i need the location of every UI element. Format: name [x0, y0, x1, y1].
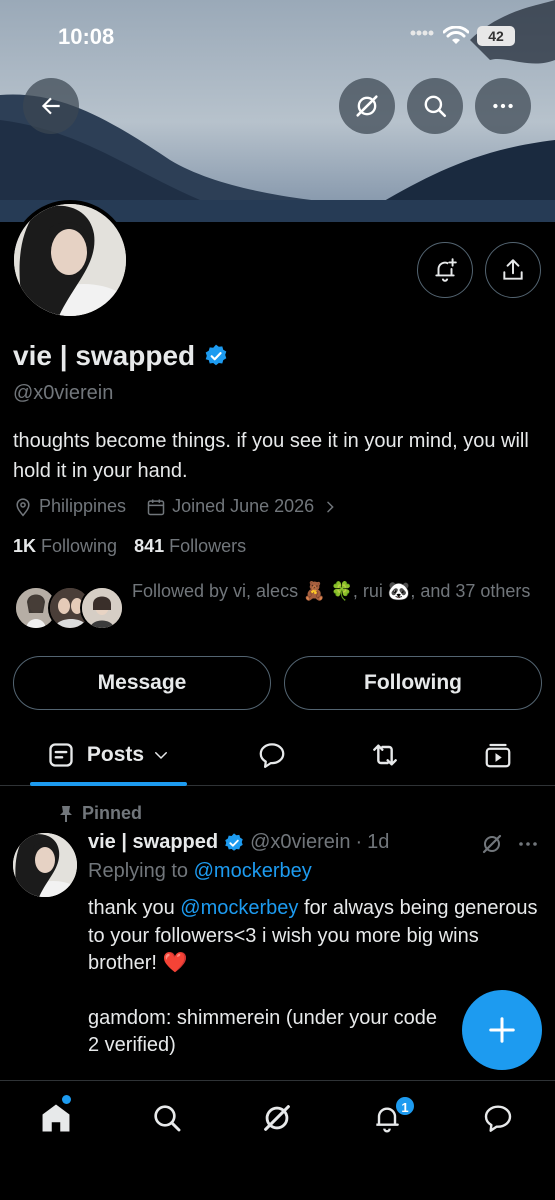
verified-badge-icon — [225, 832, 243, 851]
home-icon — [42, 1104, 70, 1132]
post-header: vie | swapped @x0vierein · 1d — [88, 831, 389, 854]
replies-icon — [259, 743, 285, 768]
joined-item[interactable]: Joined June 2026 — [146, 496, 338, 517]
bell-plus-icon — [435, 258, 457, 282]
post-author-avatar[interactable] — [13, 833, 77, 897]
replying-to-line: Replying to @mockerbey — [88, 860, 312, 883]
post-author-name[interactable]: vie | swapped — [88, 831, 218, 854]
chevron-down-icon — [155, 752, 168, 760]
compose-button[interactable] — [462, 990, 542, 1070]
search-icon — [424, 95, 447, 118]
bottom-nav: 1 — [0, 1080, 555, 1200]
search-button[interactable] — [407, 78, 463, 134]
pinned-label-row: Pinned — [58, 803, 142, 824]
back-button[interactable] — [23, 78, 79, 134]
tab-reposts[interactable] — [359, 724, 411, 786]
location-item: Philippines — [13, 496, 126, 517]
replying-to-mention[interactable]: @mockerbey — [194, 860, 312, 882]
plus-icon — [489, 1017, 515, 1043]
status-bar: 10:08 42 — [0, 18, 555, 54]
more-horizontal-icon — [519, 842, 537, 846]
pinned-label: Pinned — [82, 803, 143, 823]
profile-handle: @x0vierein — [13, 382, 114, 404]
tab-posts[interactable]: Posts — [30, 724, 187, 786]
follow-counts: 1K Following 841 Followers — [13, 536, 246, 557]
profile-meta: Philippines Joined June 2026 — [13, 496, 338, 517]
more-button[interactable] — [475, 78, 531, 134]
nav-grok[interactable] — [252, 1097, 302, 1139]
active-tab-indicator — [30, 782, 187, 786]
chat-bubble-icon — [484, 1105, 512, 1132]
share-button[interactable] — [485, 242, 541, 298]
posts-icon — [49, 743, 73, 767]
nav-search[interactable] — [142, 1097, 192, 1139]
battery-indicator: 42 — [477, 26, 515, 46]
post-separator: · — [355, 831, 363, 853]
signal-icon — [410, 30, 434, 36]
post-more-button[interactable] — [516, 832, 540, 861]
grok-button[interactable] — [339, 78, 395, 134]
post-mention[interactable]: @mockerbey — [180, 897, 298, 919]
profile-tabs: Posts — [0, 724, 555, 786]
followers-count-link[interactable]: 841 Followers — [134, 536, 246, 556]
profile-bio: thoughts become things. if you see it in… — [13, 430, 529, 482]
post-text-1: thank you — [88, 897, 175, 919]
post-grok-button[interactable] — [480, 832, 504, 861]
notify-button[interactable] — [417, 242, 473, 298]
location-text: Philippines — [39, 496, 127, 516]
status-time: 10:08 — [58, 24, 115, 49]
reposts-icon — [373, 744, 397, 766]
grok-icon — [264, 1105, 290, 1131]
tab-replies[interactable] — [246, 724, 298, 786]
arrow-left-icon — [41, 97, 60, 115]
avatar — [80, 586, 124, 630]
post-author-handle: @x0vierein — [250, 831, 351, 853]
location-pin-icon — [16, 497, 30, 517]
calendar-icon — [147, 499, 165, 515]
media-icon — [485, 743, 511, 768]
tab-media[interactable] — [472, 724, 524, 786]
nav-messages[interactable] — [473, 1097, 523, 1139]
wifi-icon — [443, 26, 469, 44]
pin-icon — [60, 805, 72, 822]
grok-icon — [356, 95, 378, 117]
nav-home[interactable] — [31, 1097, 81, 1139]
display-name: vie | swapped — [13, 340, 196, 371]
profile-avatar[interactable] — [10, 200, 130, 320]
profile-name-row: vie | swapped — [13, 340, 229, 372]
following-count-link[interactable]: 1K Following — [13, 536, 117, 556]
followed-by-avatars[interactable] — [14, 586, 124, 632]
notifications-badge: 1 — [394, 1095, 416, 1117]
joined-text: Joined June 2026 — [172, 496, 315, 516]
post-timestamp[interactable]: 1d — [367, 831, 389, 854]
replying-to-prefix: Replying to — [88, 860, 189, 882]
following-button[interactable]: Following — [284, 656, 542, 710]
verified-badge-icon[interactable] — [203, 343, 229, 369]
followed-by-text[interactable]: Followed by vi, alecs 🧸 🍀, rui 🐼, and 37… — [132, 576, 532, 607]
tab-posts-label: Posts — [86, 743, 145, 766]
grok-icon — [482, 834, 502, 854]
chevron-right-icon — [327, 501, 334, 512]
search-icon — [154, 1105, 181, 1132]
more-horizontal-icon — [493, 103, 513, 109]
share-icon — [503, 259, 523, 280]
home-unread-dot — [62, 1095, 71, 1104]
message-button[interactable]: Message — [13, 656, 271, 710]
